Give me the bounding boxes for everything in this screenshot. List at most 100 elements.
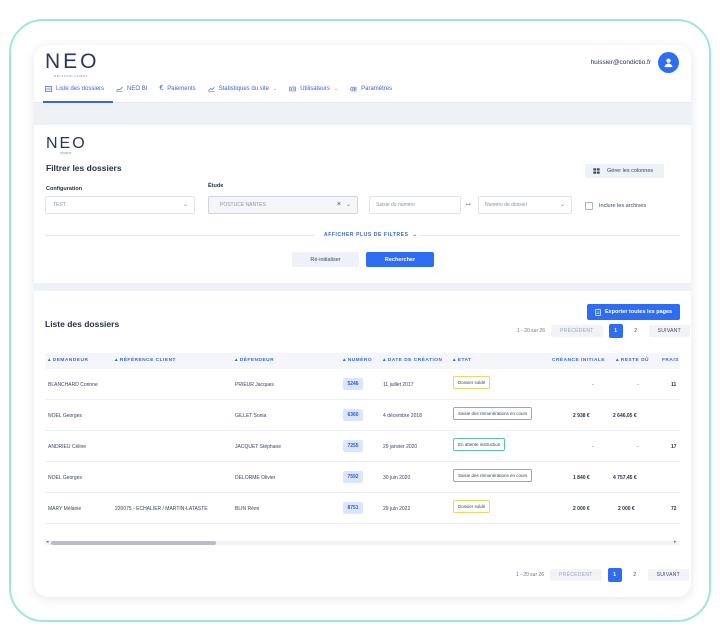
numero-input[interactable]: Saisie du numéro (369, 196, 461, 214)
chevron-down-icon: ⌄ (345, 202, 351, 208)
cell-date: 4 décembre 2018 (383, 413, 422, 419)
previous-page-button[interactable]: PRÉCÉDENT (551, 325, 603, 337)
status-badge: En attente instruction (453, 438, 506, 451)
cell-defendeur: PRIEUR Jacques (235, 382, 274, 388)
scroll-left-icon[interactable]: ◂ (46, 539, 49, 545)
previous-page-button[interactable]: PRÉCÉDENT (550, 569, 602, 581)
app-window: NEO RELATION CLIENT huissier@condictio.f… (34, 45, 691, 597)
dossier-placeholder: Numéro de dossier (485, 202, 528, 208)
columns-icon (593, 168, 600, 174)
table-row[interactable]: NOEL Georges DELORME Olivier 7592 30 jui… (45, 462, 680, 493)
nav-item-parametres[interactable]: Paramètres (350, 86, 392, 92)
cell-numero[interactable]: 8751 (343, 502, 363, 514)
main-nav: Liste des dossiers NEO BI € Paiements St… (45, 85, 392, 92)
next-page-button[interactable]: SUIVANT (647, 569, 690, 581)
column-header[interactable]: ▴ DATE DE CRÉATION (383, 358, 442, 363)
user-avatar[interactable] (658, 52, 679, 73)
search-button[interactable]: Rechercher (366, 252, 434, 267)
configuration-select[interactable]: TEST ⌄ (45, 196, 195, 214)
scroll-right-icon[interactable]: ▸ (674, 539, 677, 545)
dossiers-table: ▴ DEMANDEUR ▴ RÉFÉRENCE CLIENT ▴ DÉFENDE… (45, 353, 680, 524)
cell-defendeur: GILLET Sonia (235, 413, 267, 419)
nav-item-liste-dossiers[interactable]: Liste des dossiers (45, 86, 104, 92)
chevron-down-icon: ⌄ (333, 85, 339, 92)
status-badge: Dossier soldé (453, 376, 491, 389)
horizontal-scrollbar[interactable] (45, 541, 680, 545)
nav-item-paiements[interactable]: € Paiements (159, 85, 195, 92)
column-header[interactable]: ▴ RÉFÉRENCE CLIENT (115, 358, 176, 363)
filter-title: Filtrer les dossiers (46, 163, 122, 173)
export-all-button[interactable]: Exporter toutes les pages (587, 304, 680, 320)
logo-subtext: RELATION CLIENT (54, 74, 88, 78)
nav-item-neo-bi[interactable]: NEO BI (116, 86, 147, 92)
product-logo: NEO PRODUIT (46, 135, 87, 156)
configuration-value: TEST (53, 202, 66, 208)
table-row[interactable]: BLANCHARD Corinne PRIEUR Jacques 5246 11… (45, 369, 680, 400)
status-badge: Dossier soldé (453, 500, 491, 513)
nav-item-utilisateurs[interactable]: Utilisateurs ⌄ (289, 86, 338, 92)
settings-icon (350, 86, 357, 92)
more-filters-link[interactable]: AFFICHER PLUS DE FILTRES ⌄ (324, 232, 417, 238)
cell-numero[interactable]: 6360 (343, 409, 363, 421)
app-logo[interactable]: NEO RELATION CLIENT (45, 51, 105, 79)
column-header[interactable]: ▴ DEMANDEUR (48, 358, 88, 363)
cell-numero[interactable]: 7592 (343, 471, 363, 483)
column-header[interactable]: ▴ DÉFENDEUR (235, 358, 274, 363)
configuration-label: Configuration (46, 186, 83, 192)
cell-numero[interactable]: 5246 (343, 378, 363, 390)
table-header: ▴ DEMANDEUR ▴ RÉFÉRENCE CLIENT ▴ DÉFENDE… (45, 353, 680, 369)
nav-label: Utilisateurs (300, 85, 330, 92)
filter-panel: NEO PRODUIT Filtrer les dossiers Gérer l… (34, 125, 691, 283)
cell-date: 30 juin 2020 (383, 475, 411, 481)
cell-reste: - (637, 444, 639, 450)
column-header[interactable]: FRAIS (662, 358, 679, 363)
scrollbar-thumb[interactable] (51, 541, 216, 545)
reset-button[interactable]: Ré-initialiser (292, 252, 359, 267)
column-header[interactable]: ▴ NUMÉRO (343, 358, 372, 363)
cell-frais: 11 (671, 382, 677, 388)
manage-columns-label: Gérer les colonnes (607, 168, 654, 174)
nav-active-indicator (43, 101, 113, 103)
page-1-button[interactable]: 1 (608, 324, 623, 338)
chevron-down-icon: ⌄ (559, 202, 565, 208)
page-2-button[interactable]: 2 (628, 568, 642, 582)
next-page-button[interactable]: SUIVANT (648, 325, 691, 337)
dossiers-list-panel: Liste des dossiers Exporter toutes les p… (34, 291, 691, 597)
page-2-button[interactable]: 2 (629, 324, 643, 338)
cell-creance: 1 840 € (573, 475, 590, 481)
export-label: Exporter toutes les pages (604, 309, 673, 315)
logo-text: NEO (46, 135, 87, 152)
cell-date: 29 juin 2022 (383, 506, 411, 512)
more-filters-label: AFFICHER PLUS DE FILTRES (324, 232, 409, 238)
cell-creance: - (592, 382, 594, 388)
cell-demandeur: MARY Mélanie (48, 506, 82, 512)
numero-placeholder: Saisie du numéro (376, 202, 415, 208)
cell-date: 29 janvier 2020 (383, 444, 418, 450)
logo-subtext: PRODUIT (60, 152, 72, 155)
cell-reference: 220075 - ECHALIER / MARTIN-LATASTE (115, 506, 208, 512)
pagination-range: 1 - 20 sur 26 (516, 572, 545, 578)
cell-demandeur: ANDRIEU Céline (48, 444, 87, 450)
cell-frais: 72 (671, 506, 677, 512)
table-row[interactable]: MARY Mélanie 220075 - ECHALIER / MARTIN-… (45, 493, 680, 524)
column-header[interactable]: ▴ RESTE DÛ (616, 358, 649, 363)
chevron-down-icon: ⌄ (412, 232, 418, 238)
column-header[interactable]: ▴ ETAT (453, 358, 472, 363)
table-row[interactable]: ANDRIEU Céline JACQUET Stéphane 7255 29 … (45, 431, 680, 462)
manage-columns-button[interactable]: Gérer les colonnes (585, 164, 664, 178)
table-row[interactable]: NOEL Georges GILLET Sonia 6360 4 décembr… (45, 400, 680, 431)
chart-line-icon (116, 86, 123, 92)
clear-icon[interactable]: × (337, 201, 341, 208)
nav-item-statistiques[interactable]: Statistiques du site ⌄ (207, 85, 277, 92)
cell-reste: 4 757,45 € (613, 475, 637, 481)
page-1-button[interactable]: 1 (607, 568, 622, 582)
trend-icon (207, 86, 215, 92)
cell-defendeur: DELORME Olivier (235, 475, 276, 481)
cell-numero[interactable]: 7255 (343, 440, 363, 452)
dossier-number-select[interactable]: Numéro de dossier ⌄ (478, 196, 572, 214)
cell-reste: 2 646,05 € (613, 413, 637, 419)
column-header[interactable]: CRÉANCE INITIALE (552, 358, 605, 363)
nav-label: Statistiques du site (218, 85, 270, 92)
include-archives-checkbox[interactable] (585, 202, 593, 210)
etude-select[interactable]: POSTUCE NANTES × ⌄ (208, 196, 358, 214)
